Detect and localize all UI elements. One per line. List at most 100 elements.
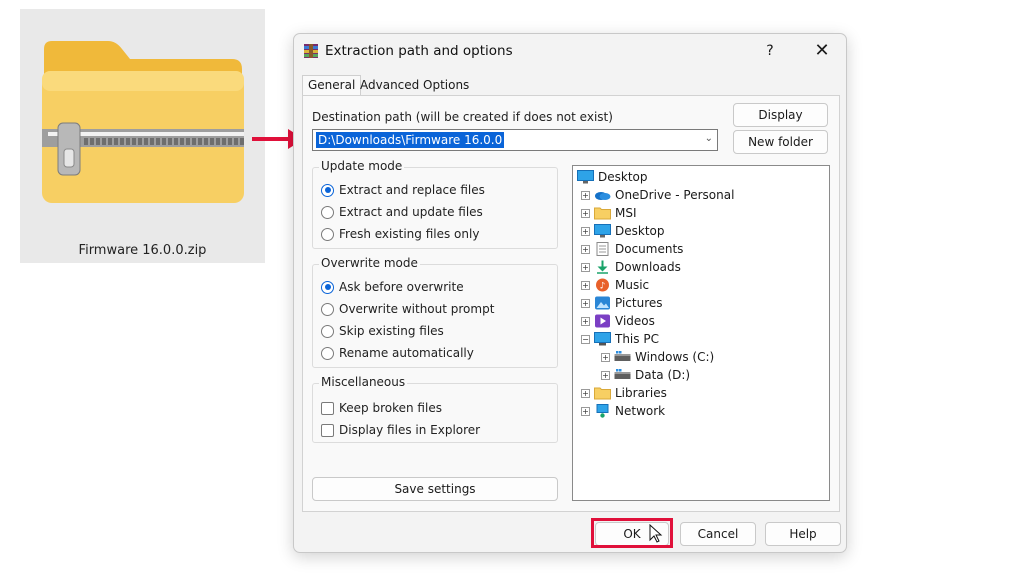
tree-item[interactable]: + Network [581,402,665,420]
tree-item[interactable]: + Windows (C:) [601,348,714,366]
radio-extract-replace[interactable]: Extract and replace files [321,181,485,199]
documents-icon [594,242,611,256]
miscellaneous-group: Miscellaneous Keep broken files Display … [312,375,558,443]
tree-item[interactable]: + Data (D:) [601,366,690,384]
tree-item[interactable]: − This PC [581,330,659,348]
radio-button[interactable] [321,205,334,219]
onedrive-icon [594,188,611,202]
tab-general[interactable]: General [302,75,362,96]
radio-button[interactable] [321,183,334,197]
tree-item[interactable]: + Pictures [581,294,663,312]
expand-icon[interactable]: + [581,262,590,272]
tree-item-label: Videos [615,314,655,328]
dialog-title: Extraction path and options [325,43,513,59]
music-icon: ♪ [594,278,611,292]
display-button[interactable]: Display [733,103,828,127]
option-label: Display files in Explorer [339,423,481,437]
title-bar[interactable]: Extraction path and options ? ✕ [294,34,846,68]
expand-icon[interactable]: + [581,316,590,326]
radio-button[interactable] [321,324,334,338]
checkbox[interactable] [321,401,334,415]
expand-icon[interactable]: + [601,370,610,380]
collapse-icon[interactable]: − [581,334,590,344]
radio-ask-before[interactable]: Ask before overwrite [321,278,464,296]
tree-item-label: MSI [615,206,637,220]
tree-item-label: Libraries [615,386,667,400]
zip-file-tile[interactable]: Firmware 16.0.0.zip [20,9,265,263]
tab-advanced[interactable]: Advanced [355,76,424,96]
radio-button[interactable] [321,280,334,294]
tree-item-label: Pictures [615,296,663,310]
checkbox-keep-broken[interactable]: Keep broken files [321,399,442,417]
option-label: Overwrite without prompt [339,302,495,316]
expand-icon[interactable]: + [581,280,590,290]
update-mode-title: Update mode [319,159,405,173]
desktop-icon [577,170,594,184]
tree-item[interactable]: + OneDrive - Personal [581,186,734,204]
extraction-dialog: Extraction path and options ? ✕ General … [293,33,847,553]
tree-item[interactable]: + ♪ Music [581,276,649,294]
radio-button[interactable] [321,227,334,241]
tab-options[interactable]: Options [418,76,474,96]
network-icon [594,404,611,418]
radio-rename-automatically[interactable]: Rename automatically [321,344,474,362]
destination-path-value: D:\Downloads\Firmware 16.0.0 [316,132,505,148]
radio-overwrite-without-prompt[interactable]: Overwrite without prompt [321,300,494,318]
tree-item[interactable]: + Desktop [581,222,665,240]
option-label: Rename automatically [339,346,474,360]
expand-icon[interactable]: + [581,244,590,254]
tree-item-label: Data (D:) [635,368,691,382]
expand-icon[interactable]: + [581,298,590,308]
option-label: Fresh existing files only [339,227,480,241]
tree-item-label: OneDrive - Personal [615,188,735,202]
tree-item-label: Network [615,404,666,418]
help-icon[interactable]: ? [760,40,780,62]
expand-icon[interactable]: + [581,226,590,236]
mouse-cursor-icon [649,524,663,543]
expand-icon[interactable]: + [581,388,590,398]
option-label: Skip existing files [339,324,444,338]
checkbox-display-explorer[interactable]: Display files in Explorer [321,421,480,439]
option-label: Keep broken files [339,401,442,415]
tree-item[interactable]: + Videos [581,312,655,330]
radio-fresh-existing[interactable]: Fresh existing files only [321,225,479,243]
tree-item[interactable]: + Downloads [581,258,681,276]
videos-icon [594,314,611,328]
radio-button[interactable] [321,302,334,316]
radio-skip-existing[interactable]: Skip existing files [321,322,444,340]
overwrite-mode-group: Overwrite mode Ask before overwrite Over… [312,256,558,368]
save-settings-button[interactable]: Save settings [312,477,558,501]
tree-item[interactable]: Desktop [577,168,648,186]
tree-item-label: Downloads [615,260,681,274]
tree-item[interactable]: + Documents [581,240,683,258]
winrar-icon [304,44,318,58]
tree-item[interactable]: + MSI [581,204,637,222]
tree-item-label: Music [615,278,650,292]
radio-extract-update[interactable]: Extract and update files [321,203,483,221]
tree-item[interactable]: + Libraries [581,384,667,402]
zip-folder-icon [42,41,244,203]
chevron-down-icon[interactable]: ⌄ [705,133,713,144]
expand-icon[interactable]: + [581,190,590,200]
expand-icon[interactable]: + [601,352,610,362]
close-icon[interactable]: ✕ [809,38,835,64]
cancel-button[interactable]: Cancel [680,522,756,546]
new-folder-button[interactable]: New folder [733,130,828,154]
svg-text:♪: ♪ [600,282,606,292]
overwrite-mode-title: Overwrite mode [319,256,420,270]
destination-path-input[interactable]: D:\Downloads\Firmware 16.0.0 ⌄ [312,129,718,151]
checkbox[interactable] [321,423,334,437]
option-label: Extract and replace files [339,183,485,197]
folder-tree[interactable]: Desktop + OneDrive - Personal + MSI + Desktop +… [572,165,830,501]
expand-icon[interactable]: + [581,208,590,218]
drive-icon [614,368,631,382]
option-label: Ask before overwrite [339,280,464,294]
downloads-icon [594,260,611,274]
update-mode-group: Update mode Extract and replace files Ex… [312,159,558,249]
radio-button[interactable] [321,346,334,360]
screen: Firmware 16.0.0.zip Extraction path and … [0,0,1024,576]
expand-icon[interactable]: + [581,406,590,416]
option-label: Extract and update files [339,205,483,219]
help-button[interactable]: Help [765,522,841,546]
tree-item-label: This PC [615,332,659,346]
